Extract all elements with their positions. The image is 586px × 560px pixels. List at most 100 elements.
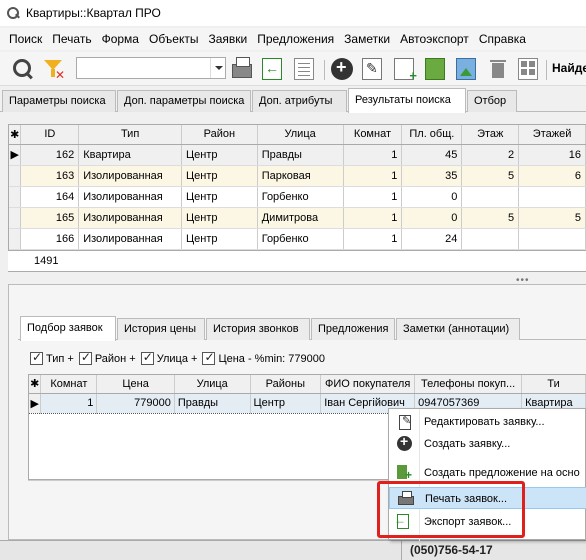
tab-notes[interactable]: Заметки (аннотации): [396, 318, 520, 340]
search-icon[interactable]: [10, 57, 34, 81]
cell[interactable]: Горбенко: [257, 186, 344, 208]
tab-call-history[interactable]: История звонков: [206, 318, 310, 340]
menu-print[interactable]: Печать: [47, 32, 96, 46]
tab-extra-attributes[interactable]: Доп. атрибуты: [252, 90, 347, 112]
cell[interactable]: Квартира: [78, 144, 183, 166]
clear-filter-icon[interactable]: ✕: [42, 57, 66, 82]
col-header[interactable]: Тип: [78, 125, 183, 145]
grid-icon[interactable]: [518, 58, 538, 80]
find-label[interactable]: Найде: [552, 61, 586, 75]
cell[interactable]: 163: [20, 165, 80, 187]
cell[interactable]: [518, 186, 586, 208]
col-header[interactable]: Улица: [174, 375, 251, 394]
menu-notes[interactable]: Заметки: [339, 32, 395, 46]
cell[interactable]: 35: [401, 165, 463, 187]
printer-icon[interactable]: [232, 57, 252, 78]
menu-help[interactable]: Справка: [474, 32, 531, 46]
document-icon[interactable]: [294, 58, 314, 80]
cell[interactable]: 0: [401, 207, 463, 229]
cell[interactable]: [518, 228, 586, 250]
col-header[interactable]: ID: [20, 125, 80, 145]
cell[interactable]: 164: [20, 186, 80, 208]
new-document-icon[interactable]: [394, 58, 417, 83]
cell[interactable]: Центр: [250, 392, 322, 414]
col-header[interactable]: Районы: [250, 375, 322, 394]
tab-search-params[interactable]: Параметры поиска: [2, 90, 116, 112]
cell[interactable]: 6: [518, 165, 586, 187]
cell[interactable]: 1: [343, 165, 403, 187]
cell[interactable]: 1: [343, 186, 403, 208]
col-header[interactable]: Район: [181, 125, 258, 145]
search-combo[interactable]: [76, 57, 226, 79]
table-row[interactable]: 163 Изолированная Центр Парковая 1 35 5 …: [9, 165, 586, 187]
cell[interactable]: Парковая: [257, 165, 344, 187]
cell[interactable]: Димитрова: [257, 207, 344, 229]
cell[interactable]: [461, 186, 520, 208]
trash-icon[interactable]: [488, 58, 508, 80]
chevron-down-icon[interactable]: [210, 58, 225, 78]
col-header[interactable]: Этаж: [461, 125, 520, 145]
tab-search-results[interactable]: Результаты поиска: [348, 88, 466, 113]
menu-item-create-request[interactable]: Создать заявку...: [389, 433, 586, 455]
cell[interactable]: Правды: [174, 392, 251, 414]
tab-extra-search-params[interactable]: Доп. параметры поиска: [117, 90, 251, 112]
cell[interactable]: Правды: [257, 144, 344, 166]
menu-autoexport[interactable]: Автоэкспорт: [395, 32, 474, 46]
cell[interactable]: 16: [518, 144, 586, 166]
cell[interactable]: Центр: [181, 228, 258, 250]
cell[interactable]: Изолированная: [78, 207, 183, 229]
image-icon[interactable]: [456, 58, 476, 80]
building-icon[interactable]: [425, 58, 445, 80]
menu-objects[interactable]: Объекты: [144, 32, 204, 46]
cell[interactable]: 1: [40, 392, 98, 414]
table-row[interactable]: 164 Изолированная Центр Горбенко 1 0: [9, 186, 586, 208]
cell[interactable]: 779000: [96, 392, 175, 414]
tab-selection[interactable]: Отбор: [467, 90, 517, 112]
filter-district-checkbox[interactable]: [78, 350, 92, 365]
col-header[interactable]: Цена: [96, 375, 175, 394]
menu-offers[interactable]: Предложения: [252, 32, 339, 46]
tab-offers[interactable]: Предложения: [311, 318, 395, 340]
col-header[interactable]: Комнат: [40, 375, 98, 394]
menu-requests[interactable]: Заявки: [203, 32, 252, 46]
tab-request-matching[interactable]: Подбор заявок: [20, 316, 116, 341]
cell[interactable]: 162: [20, 144, 80, 166]
cell[interactable]: Изолированная: [78, 228, 183, 250]
cell[interactable]: Горбенко: [257, 228, 344, 250]
cell[interactable]: Центр: [181, 165, 258, 187]
table-row[interactable]: 166 Изолированная Центр Горбенко 1 24: [9, 228, 586, 250]
filter-price-checkbox[interactable]: [202, 350, 216, 365]
cell[interactable]: 45: [401, 144, 463, 166]
cell[interactable]: 24: [401, 228, 463, 250]
col-header[interactable]: Пл. общ.: [401, 125, 463, 145]
cell[interactable]: 2: [461, 144, 520, 166]
col-header[interactable]: Телефоны покуп...: [414, 375, 523, 394]
cell[interactable]: Изолированная: [78, 165, 183, 187]
cell[interactable]: 166: [20, 228, 80, 250]
cell[interactable]: 1: [343, 144, 403, 166]
cell[interactable]: 5: [461, 165, 520, 187]
tab-price-history[interactable]: История цены: [117, 318, 205, 340]
filter-street-checkbox[interactable]: [140, 350, 154, 365]
cell[interactable]: 5: [461, 207, 520, 229]
col-header[interactable]: Комнат: [343, 125, 403, 145]
add-icon[interactable]: [331, 57, 353, 80]
col-header[interactable]: Этажей: [518, 125, 586, 145]
menu-search[interactable]: Поиск: [4, 32, 47, 46]
cell[interactable]: 165: [20, 207, 80, 229]
cell[interactable]: 1: [343, 228, 403, 250]
table-row[interactable]: ▶ 162 Квартира Центр Правды 1 45 2 16: [9, 144, 586, 166]
cell[interactable]: Центр: [181, 207, 258, 229]
menu-item-edit-request[interactable]: Редактировать заявку...: [389, 411, 586, 433]
cell[interactable]: 5: [518, 207, 586, 229]
table-row[interactable]: 165 Изолированная Центр Димитрова 1 0 5 …: [9, 207, 586, 229]
import-icon[interactable]: [262, 58, 282, 80]
col-header[interactable]: Ти: [521, 375, 586, 394]
cell[interactable]: 0: [401, 186, 463, 208]
cell[interactable]: Центр: [181, 144, 258, 166]
menu-form[interactable]: Форма: [97, 32, 144, 46]
filter-type-checkbox[interactable]: [30, 350, 43, 365]
cell[interactable]: [461, 228, 520, 250]
edit-icon[interactable]: [362, 58, 382, 80]
col-header[interactable]: ФИО покупателя: [320, 375, 416, 394]
